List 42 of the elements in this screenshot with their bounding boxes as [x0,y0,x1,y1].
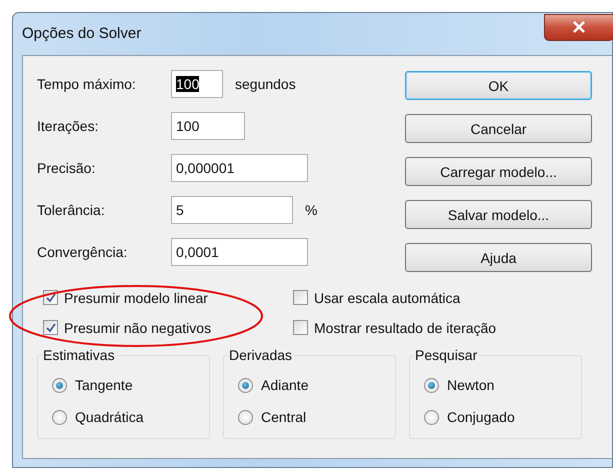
radio-label: Conjugado [447,409,515,425]
dialog-button[interactable]: OK [405,71,592,100]
group-title: Pesquisar [414,347,478,363]
radio-label: Tangente [75,377,133,393]
dialog-button[interactable]: Cancelar [405,114,592,143]
radio-label: Quadrática [75,409,144,425]
field-label: Convergência: [37,244,128,260]
dialog-button[interactable]: Ajuda [405,243,592,272]
radio-label: Newton [447,377,494,393]
radio-button[interactable] [424,410,439,424]
radio-button[interactable] [424,378,439,392]
radio-button[interactable] [238,378,253,392]
window-title: Opções do Solver [22,24,142,42]
group-title: Estimativas [42,347,116,363]
checkbox-label: Mostrar resultado de iteração [314,320,496,336]
radio-button[interactable] [52,410,67,424]
radio-button[interactable] [238,410,253,424]
unit-label: % [305,202,318,218]
input-field[interactable]: 100 [171,70,223,98]
unit-label: segundos [235,76,296,92]
close-button[interactable] [544,14,613,40]
input-field[interactable]: 100 [171,112,245,140]
input-field[interactable]: 0,000001 [171,154,308,182]
checkbox-label: Presumir não negativos [64,320,212,336]
dialog-button[interactable]: Salvar modelo... [405,200,592,229]
checkbox[interactable] [293,320,308,335]
checkbox[interactable] [43,320,58,335]
radio-label: Central [261,409,306,425]
radio-button[interactable] [52,378,67,392]
dialog-button[interactable]: Carregar modelo... [405,157,592,186]
input-field[interactable]: 5 [171,196,293,224]
checkbox[interactable] [293,290,308,305]
field-label: Tempo máximo: [37,76,137,92]
checkbox-label: Usar escala automática [314,290,460,306]
close-icon [571,21,587,33]
field-label: Tolerância: [37,202,106,218]
field-label: Precisão: [37,160,96,176]
field-label: Iterações: [37,118,100,134]
checkbox-label: Presumir modelo linear [64,290,208,306]
group-title: Derivadas [228,347,294,363]
radio-label: Adiante [261,377,308,393]
input-field[interactable]: 0,0001 [171,238,308,266]
